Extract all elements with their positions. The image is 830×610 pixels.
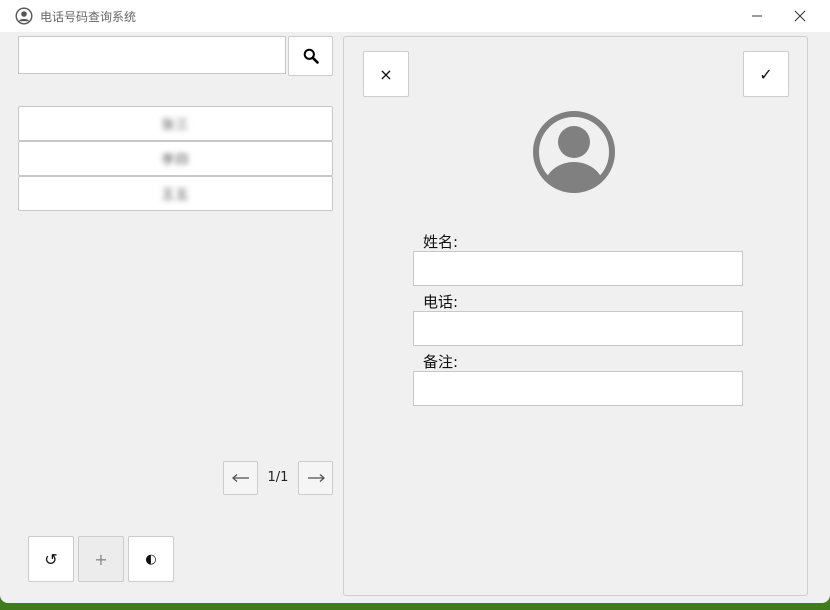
search-icon bbox=[303, 48, 319, 64]
contact-name: 李四 bbox=[161, 153, 190, 168]
list-item[interactable]: 张三 bbox=[18, 106, 333, 141]
minimize-button[interactable] bbox=[734, 0, 780, 32]
arrow-right-icon bbox=[307, 474, 325, 482]
user-circle-icon bbox=[15, 7, 33, 25]
note-label: 备注: bbox=[423, 353, 459, 371]
plus-icon: + bbox=[94, 549, 108, 569]
refresh-icon: ↺ bbox=[44, 549, 58, 569]
note-field[interactable] bbox=[413, 371, 743, 406]
refresh-button[interactable]: ↺ bbox=[28, 536, 74, 582]
user-avatar-icon bbox=[533, 111, 615, 193]
window-title: 电话号码查询系统 bbox=[40, 10, 137, 24]
minimize-icon bbox=[752, 15, 762, 17]
close-window-button[interactable] bbox=[777, 0, 823, 32]
title-bar: 电话号码查询系统 bbox=[0, 0, 830, 32]
name-field[interactable] bbox=[413, 251, 743, 286]
avatar bbox=[532, 110, 616, 194]
search-input[interactable] bbox=[18, 36, 286, 74]
phone-label: 电话: bbox=[423, 293, 459, 311]
close-icon: × bbox=[379, 64, 393, 84]
contrast-icon: ◐ bbox=[145, 551, 157, 567]
add-contact-button[interactable]: + bbox=[78, 536, 124, 582]
app-window: 电话号码查询系统 张三 李四 王五 1/1 ↺ + ◐ × ✓ 姓名: 电话: … bbox=[0, 0, 830, 603]
detail-panel: × ✓ 姓名: 电话: 备注: bbox=[343, 36, 808, 596]
page-indicator: 1/1 bbox=[267, 470, 289, 485]
arrow-left-icon bbox=[231, 474, 249, 482]
contact-name: 王五 bbox=[161, 188, 190, 203]
contacts-panel: 张三 李四 王五 1/1 ↺ + ◐ bbox=[0, 32, 343, 603]
search-button[interactable] bbox=[288, 36, 333, 76]
confirm-button[interactable]: ✓ bbox=[743, 51, 789, 97]
theme-toggle-button[interactable]: ◐ bbox=[128, 536, 174, 582]
cancel-button[interactable]: × bbox=[363, 51, 409, 97]
contact-list: 张三 李四 王五 bbox=[18, 106, 333, 211]
pagination: 1/1 bbox=[223, 461, 333, 495]
close-icon bbox=[794, 10, 806, 22]
contact-name: 张三 bbox=[161, 118, 190, 133]
list-item[interactable]: 王五 bbox=[18, 176, 333, 211]
phone-field[interactable] bbox=[413, 311, 743, 346]
name-label: 姓名: bbox=[423, 233, 459, 251]
next-page-button[interactable] bbox=[298, 461, 333, 495]
check-icon: ✓ bbox=[759, 64, 773, 84]
prev-page-button[interactable] bbox=[223, 461, 258, 495]
list-item[interactable]: 李四 bbox=[18, 141, 333, 176]
